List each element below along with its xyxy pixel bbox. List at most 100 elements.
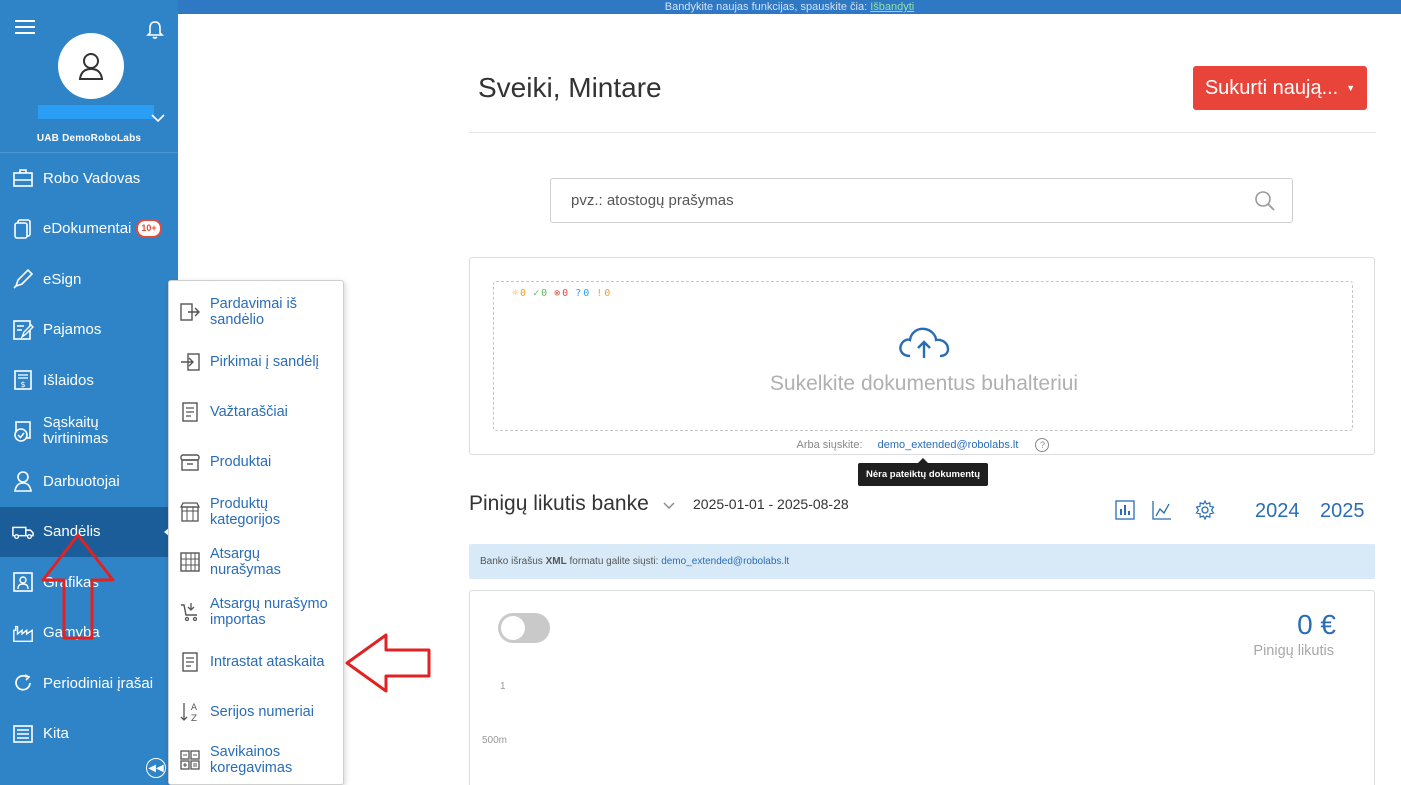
sidebar-item-label: Robo Vadovas bbox=[43, 169, 141, 187]
submenu-item-label: Produktų kategorijos bbox=[210, 496, 281, 528]
upload-title: Sukelkite dokumentus buhalteriui bbox=[769, 372, 1079, 395]
gear-icon[interactable] bbox=[1195, 500, 1215, 520]
sort-az-icon: AZ bbox=[178, 700, 202, 724]
sidebar-item-label: Periodiniai įrašai bbox=[43, 674, 154, 692]
cloud-upload-icon bbox=[899, 327, 950, 358]
bar-chart-icon[interactable] bbox=[1115, 500, 1135, 520]
export-icon bbox=[178, 300, 202, 324]
sidebar-item-robo-vadovas[interactable]: Robo Vadovas bbox=[0, 153, 178, 204]
sidebar-item-edokumentai[interactable]: eDokumentai 10+ bbox=[0, 204, 178, 255]
sidebar-item-label: Sąskaitų tvirtinimas bbox=[43, 414, 109, 447]
toggle-knob bbox=[501, 616, 525, 640]
counter-value: 0 bbox=[520, 288, 527, 299]
chevron-down-icon[interactable] bbox=[662, 500, 676, 510]
top-notice-text: Bandykite naujas funkcijas, spauskite či… bbox=[664, 1, 868, 13]
import-icon bbox=[178, 350, 202, 374]
chevron-down-icon[interactable] bbox=[150, 112, 166, 124]
sidebar-item-label: Išlaidos bbox=[43, 371, 94, 389]
sidebar-item-darbuotojai[interactable]: Darbuotojai bbox=[0, 456, 178, 507]
counter-value: 0 bbox=[583, 288, 590, 299]
top-notice-link[interactable]: Išbandyti bbox=[870, 1, 914, 13]
top-notice: Bandykite naujas funkcijas, spauskite či… bbox=[178, 0, 1401, 14]
user-icon bbox=[78, 53, 104, 80]
page-title: Sveiki, Mintare bbox=[478, 72, 662, 103]
submenu-item-savikainos-koregavimas[interactable]: Savikainos koregavimas bbox=[169, 735, 345, 785]
schedule-icon bbox=[12, 571, 34, 593]
submenu-item-label: Produktai bbox=[210, 454, 272, 470]
submenu-item-label: Važtaraščiai bbox=[210, 404, 288, 420]
sidebar-item-saskaitu-tvirtinimas[interactable]: Sąskaitų tvirtinimas bbox=[0, 406, 178, 457]
hamburger-menu-icon[interactable] bbox=[15, 20, 35, 35]
line-chart-icon[interactable] bbox=[1152, 500, 1172, 520]
svg-text:A: A bbox=[191, 703, 198, 713]
sidebar-item-islaidos[interactable]: $ Išlaidos bbox=[0, 355, 178, 406]
user-name-redacted bbox=[38, 105, 154, 119]
counter-value: 0 bbox=[541, 288, 548, 299]
upload-email-link[interactable]: demo_extended@robolabs.lt bbox=[878, 439, 1019, 451]
briefcase-icon bbox=[12, 167, 34, 189]
truck-icon bbox=[12, 521, 34, 543]
search-box bbox=[550, 178, 1293, 223]
bell-icon[interactable] bbox=[146, 20, 164, 40]
svg-text:$: $ bbox=[20, 380, 25, 389]
submenu-item-pardavimai[interactable]: Pardavimai iš sandėlio bbox=[169, 287, 345, 337]
employee-icon bbox=[12, 470, 34, 493]
search-icon[interactable] bbox=[1254, 190, 1276, 212]
create-new-label: Sukurti naują... bbox=[1204, 76, 1339, 99]
submenu-item-serijos-numeriai[interactable]: AZ Serijos numeriai bbox=[169, 687, 345, 737]
store-icon bbox=[178, 500, 202, 524]
bank-email-link[interactable]: demo_extended@robolabs.lt bbox=[661, 556, 789, 567]
submenu-item-label: Atsargų nurašymas bbox=[210, 546, 281, 578]
submenu-item-vaztarasciai[interactable]: Važtaraščiai bbox=[169, 387, 345, 437]
chart-toggle[interactable] bbox=[498, 613, 550, 643]
archive-icon bbox=[178, 450, 202, 474]
cart-import-icon bbox=[178, 600, 202, 624]
year-2025[interactable]: 2025 bbox=[1320, 500, 1365, 523]
sidebar-item-label: Kita bbox=[43, 725, 69, 743]
email-upload-line: Arba siųskite: demo_extended@robolabs.lt… bbox=[470, 438, 1376, 452]
sidebar-item-periodiniai-irasai[interactable]: Periodiniai įrašai bbox=[0, 658, 178, 709]
company-name: UAB DemoRoboLabs bbox=[36, 133, 142, 144]
submenu-item-label: Atsargų nurašymo importas bbox=[210, 596, 328, 628]
documents-icon bbox=[12, 218, 34, 240]
submenu-item-label: Intrastat ataskaita bbox=[210, 654, 325, 670]
date-range[interactable]: 2025-01-01 - 2025-08-28 bbox=[693, 496, 849, 512]
svg-text:Z: Z bbox=[191, 714, 197, 724]
submenu-item-intrastat-ataskaita[interactable]: Intrastat ataskaita bbox=[169, 637, 345, 687]
submenu-item-atsargu-nurasymo-importas[interactable]: Atsargų nurašymo importas bbox=[169, 587, 345, 637]
question-counter: ? 0 bbox=[575, 288, 590, 299]
warehouse-submenu: Pardavimai iš sandėlio Pirkimai į sandėl… bbox=[168, 280, 344, 785]
pending-counter: ☼ 0 bbox=[512, 288, 527, 299]
help-icon[interactable]: ? bbox=[1035, 438, 1050, 452]
avatar[interactable] bbox=[58, 33, 124, 99]
y-tick: 500m bbox=[482, 735, 508, 746]
sidebar-item-label: eSign bbox=[43, 270, 82, 288]
sidebar: UAB DemoRoboLabs Robo Vadovas eDokumenta… bbox=[0, 0, 178, 785]
notification-badge: 10+ bbox=[136, 219, 162, 239]
refresh-icon bbox=[12, 672, 34, 694]
submenu-item-produktu-kategorijos[interactable]: Produktų kategorijos bbox=[169, 487, 345, 537]
email-prefix: Arba siųskite: bbox=[796, 438, 863, 451]
sidebar-item-pajamos[interactable]: Pajamos bbox=[0, 305, 178, 356]
submenu-item-atsargu-nurasymas[interactable]: Atsargų nurašymas bbox=[169, 537, 345, 587]
tooltip: Nėra pateiktų dokumentų bbox=[858, 458, 989, 486]
warning-counter: ! 0 bbox=[596, 288, 611, 299]
submenu-item-label: Pardavimai iš sandėlio bbox=[210, 296, 298, 328]
sidebar-item-esign[interactable]: eSign bbox=[0, 254, 178, 305]
upload-card: ☼ 0 ✓ 0 ⊗ 0 ? 0 ! 0 Sukelkite dokumentus buha… bbox=[469, 257, 1375, 455]
upload-dropzone[interactable]: ☼ 0 ✓ 0 ⊗ 0 ? 0 ! 0 Sukelkite dokumentus buha… bbox=[493, 281, 1353, 431]
pen-icon bbox=[12, 268, 34, 290]
sidebar-item-kita[interactable]: Kita bbox=[0, 709, 178, 760]
submenu-item-label: Savikainos koregavimas bbox=[210, 744, 293, 776]
collapse-sidebar-icon[interactable]: ◀◀ bbox=[146, 758, 166, 778]
submenu-item-label: Serijos numeriai bbox=[210, 704, 314, 720]
factory-icon bbox=[12, 622, 34, 644]
document-status-counters: ☼ 0 ✓ 0 ⊗ 0 ? 0 ! 0 bbox=[512, 288, 610, 299]
report-icon bbox=[178, 650, 202, 674]
bank-balance-title: Pinigų likutis banke bbox=[469, 492, 649, 515]
search-input[interactable] bbox=[551, 179, 1241, 222]
submenu-item-produktai[interactable]: Produktai bbox=[169, 437, 345, 487]
year-2024[interactable]: 2024 bbox=[1255, 500, 1300, 523]
submenu-item-pirkimai[interactable]: Pirkimai į sandėlį bbox=[169, 337, 345, 387]
create-new-button[interactable]: Sukurti naują... ▼ bbox=[1193, 66, 1367, 110]
